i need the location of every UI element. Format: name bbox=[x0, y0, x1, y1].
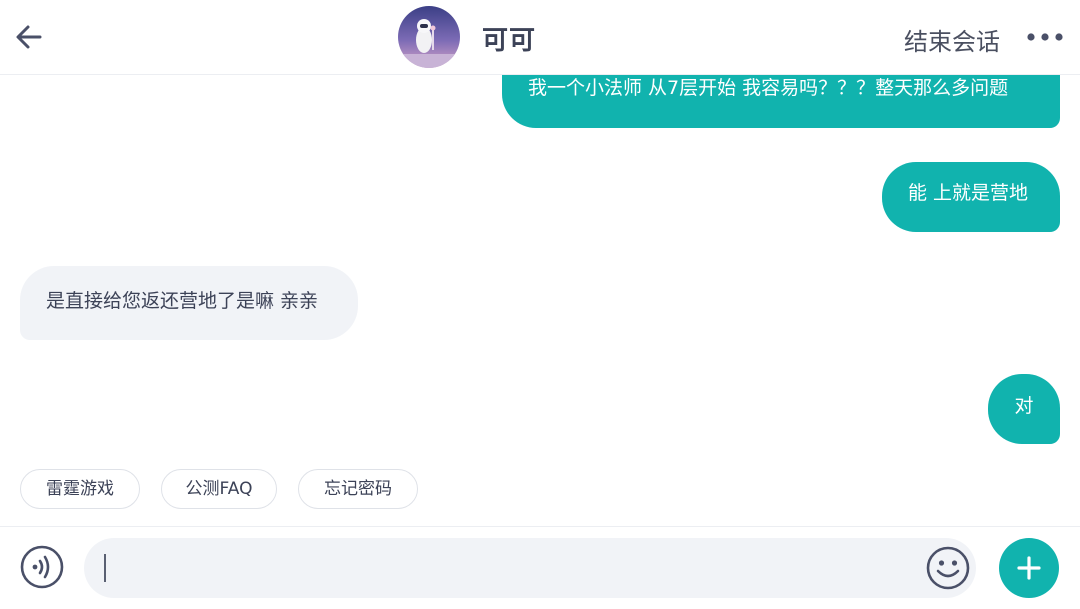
message-bubble-outgoing: 我一个小法师 从7层开始 我容易吗？？？整天那么多问题 bbox=[502, 70, 1060, 128]
voice-icon[interactable] bbox=[20, 545, 64, 589]
add-button[interactable] bbox=[999, 538, 1059, 598]
back-arrow-icon[interactable] bbox=[14, 22, 44, 52]
more-dots-icon[interactable] bbox=[1026, 28, 1064, 46]
avatar[interactable] bbox=[398, 6, 460, 68]
input-bar bbox=[0, 526, 1080, 609]
text-caret bbox=[104, 554, 106, 582]
message-input-overlay bbox=[84, 538, 976, 598]
quick-reply-chip[interactable]: 忘记密码 bbox=[298, 469, 418, 509]
quick-reply-chip[interactable]: 雷霆游戏 bbox=[20, 469, 140, 509]
message-bubble-incoming: 是直接给您返还营地了是嘛 亲亲 bbox=[20, 266, 358, 340]
contact-name: 可可 bbox=[482, 26, 537, 56]
message-bubble-outgoing: 能 上就是营地 bbox=[882, 162, 1060, 232]
chat-header: 可可 结束会话 bbox=[0, 0, 1080, 75]
end-session-button[interactable]: 结束会话 bbox=[904, 22, 1000, 57]
emoji-icon[interactable] bbox=[926, 546, 970, 590]
quick-reply-chip[interactable]: 公测FAQ bbox=[161, 469, 277, 509]
message-bubble-outgoing: 对 bbox=[988, 374, 1060, 444]
